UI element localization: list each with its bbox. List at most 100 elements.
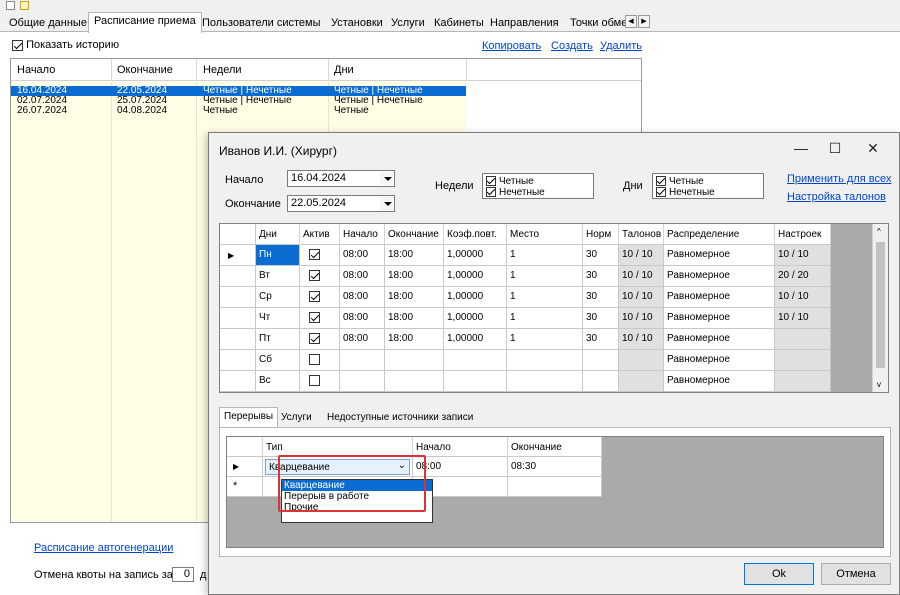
grid-cell-active[interactable] (300, 350, 340, 371)
grid-cell-start[interactable]: 08:00 (340, 245, 385, 266)
grid-cell-dist[interactable]: Равномерное (664, 308, 775, 329)
maximize-button[interactable]: ☐ (821, 137, 849, 159)
grid-cell-coef[interactable] (444, 350, 507, 371)
grid-cell-tickets[interactable]: 10 / 10 (619, 266, 664, 287)
breaks-col-end[interactable]: Окончание (508, 437, 602, 457)
days-odd-option[interactable]: Нечетные (656, 187, 715, 198)
grid-cell-settings[interactable] (775, 329, 831, 350)
grid-cell-dist[interactable]: Равномерное (664, 329, 775, 350)
grid-cell-tickets[interactable]: 10 / 10 (619, 308, 664, 329)
grid-cell-end[interactable]: 18:00 (385, 329, 444, 350)
grid-row-header[interactable] (220, 371, 256, 392)
tab-dialog-services[interactable]: Услуги (277, 409, 316, 427)
grid-cell-place[interactable]: 1 (507, 329, 583, 350)
grid-cell-norm[interactable]: 30 (583, 287, 619, 308)
grid-cell-active[interactable] (300, 245, 340, 266)
grid-cell-active[interactable] (300, 308, 340, 329)
close-button[interactable]: ✕ (859, 137, 887, 159)
scroll-up-icon[interactable]: ^ (877, 227, 881, 236)
show-history-checkbox[interactable] (12, 39, 23, 51)
history-col-end[interactable]: Окончание (117, 64, 173, 76)
grid-cell-dist[interactable]: Равномерное (664, 350, 775, 371)
grid-cell-day[interactable]: Ср (256, 287, 300, 308)
day-active-checkbox[interactable] (309, 375, 320, 386)
days-even-option[interactable]: Четные (656, 176, 704, 187)
grid-cell-coef[interactable]: 1,00000 (444, 329, 507, 350)
grid-cell-coef[interactable] (444, 371, 507, 392)
day-active-checkbox[interactable] (309, 249, 320, 260)
copy-link[interactable]: Копировать (482, 40, 541, 52)
grid-cell-start[interactable]: 08:00 (340, 329, 385, 350)
grid-cell-active[interactable] (300, 287, 340, 308)
grid-cell-end[interactable] (385, 350, 444, 371)
grid-cell-tickets[interactable]: 10 / 10 (619, 245, 664, 266)
grid-cell-day[interactable]: Вс (256, 371, 300, 392)
grid-cell-settings[interactable] (775, 371, 831, 392)
grid-cell-start[interactable]: 08:00 (340, 266, 385, 287)
grid-cell-norm[interactable] (583, 371, 619, 392)
ok-button[interactable]: Ok (744, 563, 814, 585)
break-start-cell[interactable]: 08:00 (413, 457, 508, 477)
day-active-checkbox[interactable] (309, 291, 320, 302)
grid-cell-dist[interactable]: Равномерное (664, 371, 775, 392)
toolbar-icon[interactable] (6, 1, 15, 10)
grid-cell-end[interactable]: 18:00 (385, 287, 444, 308)
break-end-cell[interactable]: 08:30 (508, 457, 602, 477)
tab-exchange-points[interactable]: Точки обме (565, 15, 625, 32)
grid-cell-norm[interactable]: 30 (583, 266, 619, 287)
grid-col-active[interactable]: Актив (300, 224, 340, 245)
grid-col-dist[interactable]: Распределение (664, 224, 775, 245)
grid-cell-place[interactable]: 1 (507, 245, 583, 266)
grid-cell-active[interactable] (300, 329, 340, 350)
grid-cell-dist[interactable]: Равномерное (664, 245, 775, 266)
grid-row-header[interactable] (220, 287, 256, 308)
grid-cell-norm[interactable]: 30 (583, 329, 619, 350)
grid-cell-place[interactable] (507, 350, 583, 371)
tab-scroll-left-button[interactable]: ◀ (625, 15, 637, 28)
tab-schedule[interactable]: Расписание приема (88, 12, 202, 33)
grid-cell-tickets[interactable] (619, 350, 664, 371)
grid-cell-settings[interactable]: 10 / 10 (775, 245, 831, 266)
grid-cell-place[interactable]: 1 (507, 308, 583, 329)
history-row[interactable]: 26.07.2024 04.08.2024 Четные Четные (11, 106, 466, 116)
grid-col-end[interactable]: Окончание (385, 224, 444, 245)
minimize-button[interactable]: — (787, 137, 815, 159)
tab-directions[interactable]: Направления (485, 15, 564, 32)
grid-cell-start[interactable] (340, 350, 385, 371)
grid-cell-day[interactable]: Вт (256, 266, 300, 287)
grid-cell-place[interactable]: 1 (507, 287, 583, 308)
grid-cell-start[interactable] (340, 371, 385, 392)
delete-link[interactable]: Удалить (600, 40, 642, 52)
weeks-even-option[interactable]: Четные (486, 176, 534, 187)
start-date-picker[interactable]: 16.04.2024 (287, 170, 395, 187)
ticket-settings-link[interactable]: Настройка талонов (787, 191, 886, 203)
toolbar-folder-icon[interactable] (20, 1, 29, 10)
day-active-checkbox[interactable] (309, 312, 320, 323)
grid-cell-coef[interactable]: 1,00000 (444, 245, 507, 266)
grid-cell-tickets[interactable] (619, 371, 664, 392)
scroll-down-icon[interactable]: v (877, 380, 881, 389)
grid-col-tickets[interactable]: Талонов (619, 224, 664, 245)
day-active-checkbox[interactable] (309, 354, 320, 365)
grid-row-header[interactable] (220, 308, 256, 329)
tab-rooms[interactable]: Кабинеты (429, 15, 489, 32)
history-row[interactable]: 02.07.2024 25.07.2024 Четные | Нечетные … (11, 96, 466, 106)
breaks-col-start[interactable]: Начало (413, 437, 508, 457)
grid-cell-tickets[interactable]: 10 / 10 (619, 287, 664, 308)
grid-cell-norm[interactable]: 30 (583, 245, 619, 266)
weeks-odd-option[interactable]: Нечетные (486, 187, 545, 198)
history-col-days[interactable]: Дни (334, 64, 354, 76)
grid-cell-active[interactable] (300, 371, 340, 392)
grid-cell-settings[interactable]: 10 / 10 (775, 287, 831, 308)
end-date-picker[interactable]: 22.05.2024 (287, 195, 395, 212)
grid-row-header[interactable] (220, 350, 256, 371)
grid-cell-coef[interactable]: 1,00000 (444, 308, 507, 329)
history-col-weeks[interactable]: Недели (203, 64, 242, 76)
tab-unavailable-sources[interactable]: Недоступные источники записи (323, 409, 477, 427)
grid-col-start[interactable]: Начало (340, 224, 385, 245)
grid-col-place[interactable]: Место (507, 224, 583, 245)
grid-cell-settings[interactable]: 10 / 10 (775, 308, 831, 329)
grid-col-coef[interactable]: Коэф.повт. (444, 224, 507, 245)
grid-row-header[interactable] (220, 329, 256, 350)
grid-cell-place[interactable] (507, 371, 583, 392)
